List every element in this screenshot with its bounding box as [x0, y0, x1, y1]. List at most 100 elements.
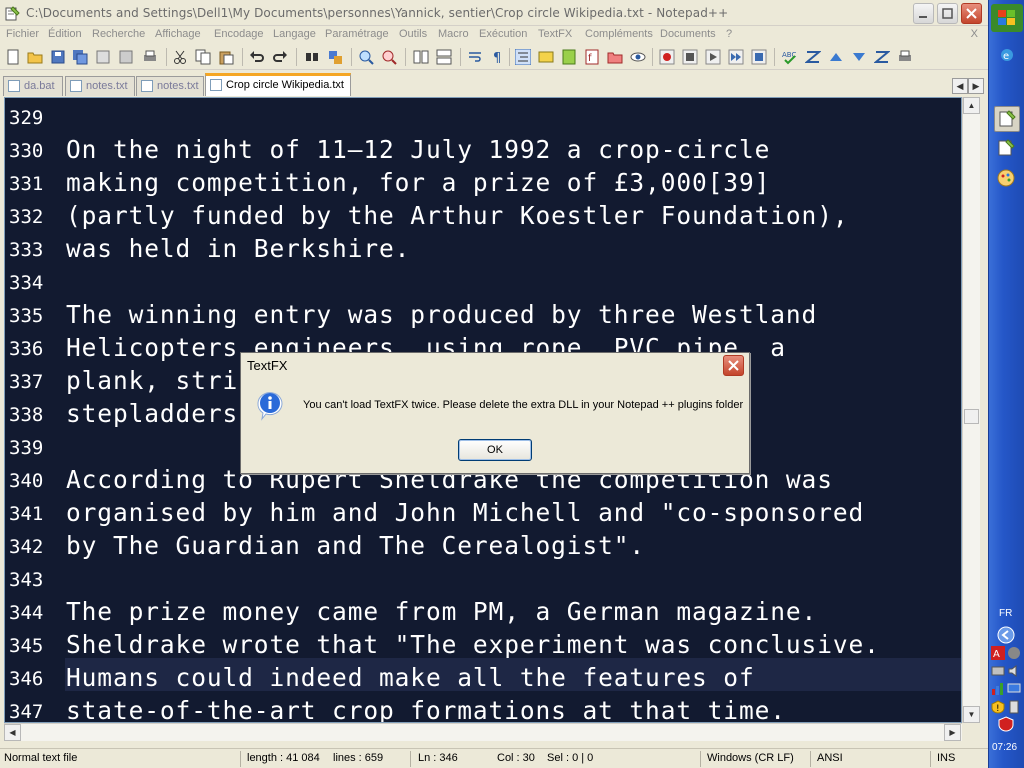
- horizontal-scrollbar[interactable]: ◀ ▶: [4, 723, 962, 741]
- replace-icon[interactable]: [327, 49, 343, 65]
- menu-complements[interactable]: Compléments: [585, 28, 653, 40]
- save-all-icon[interactable]: [72, 49, 88, 65]
- network-tray-icon[interactable]: [991, 664, 1005, 678]
- close-button[interactable]: [961, 3, 982, 24]
- menu-outils[interactable]: Outils: [399, 28, 427, 40]
- maximize-button[interactable]: [937, 3, 958, 24]
- move-up-icon[interactable]: [828, 49, 844, 65]
- menu-recherche[interactable]: Recherche: [92, 28, 145, 40]
- editor-line[interactable]: stepladders.: [66, 399, 254, 428]
- macro-record-icon[interactable]: [659, 49, 675, 65]
- tab-notes-txt-2[interactable]: notes.txt: [136, 76, 204, 96]
- doc-map-icon[interactable]: [561, 49, 577, 65]
- menu-parametrage[interactable]: Paramétrage: [325, 28, 389, 40]
- editor-line[interactable]: On the night of 11–12 July 1992 a crop-c…: [66, 135, 770, 164]
- save-icon[interactable]: [50, 49, 66, 65]
- menu-help[interactable]: ?: [726, 28, 732, 40]
- undo-icon[interactable]: [249, 49, 265, 65]
- menu-documents[interactable]: Documents: [660, 28, 716, 40]
- system-clock[interactable]: 07:26: [992, 742, 1017, 753]
- textfx-align-icon[interactable]: [874, 49, 890, 65]
- editor-line[interactable]: was held in Berkshire.: [66, 234, 410, 263]
- user-lang-icon[interactable]: [538, 49, 554, 65]
- menu-macro[interactable]: Macro: [438, 28, 469, 40]
- new-file-icon[interactable]: [5, 49, 21, 65]
- close-all-icon[interactable]: [118, 49, 134, 65]
- zoom-out-icon[interactable]: [381, 49, 397, 65]
- scroll-up-button[interactable]: ▲: [963, 97, 980, 114]
- dialog-close-button[interactable]: [723, 355, 744, 376]
- menu-execution[interactable]: Exécution: [479, 28, 527, 40]
- taskbar-notepad[interactable]: [994, 136, 1020, 162]
- cut-icon[interactable]: [172, 49, 188, 65]
- spell-check-icon[interactable]: ABC: [782, 49, 798, 65]
- print-icon[interactable]: [142, 49, 158, 65]
- menu-edition[interactable]: Édition: [48, 28, 82, 40]
- dialog-title-bar[interactable]: TextFX: [241, 353, 749, 377]
- tray-collapse-icon[interactable]: [997, 626, 1015, 644]
- tab-scroll-left-button[interactable]: ◀: [952, 78, 968, 94]
- tab-notes-txt-1[interactable]: notes.txt: [65, 76, 135, 96]
- tab-scroll-right-button[interactable]: ▶: [968, 78, 984, 94]
- tab-crop-circle-wikipedia[interactable]: Crop circle Wikipedia.txt: [205, 73, 351, 96]
- menu-close-button[interactable]: X: [971, 28, 978, 40]
- editor-line[interactable]: The winning entry was produced by three …: [66, 300, 817, 329]
- macro-stop-icon[interactable]: [682, 49, 698, 65]
- taskbar-paint[interactable]: [994, 166, 1020, 192]
- textfx-sort-icon[interactable]: [805, 49, 821, 65]
- show-all-chars-icon[interactable]: ¶: [490, 49, 506, 65]
- editor-line[interactable]: by The Guardian and The Cerealogist".: [66, 531, 645, 560]
- security-alert-icon[interactable]: !: [991, 700, 1005, 714]
- editor-line[interactable]: (partly funded by the Arthur Koestler Fo…: [66, 201, 849, 230]
- paste-icon[interactable]: [218, 49, 234, 65]
- folder-workspace-icon[interactable]: [607, 49, 623, 65]
- print-now-icon[interactable]: [897, 49, 913, 65]
- function-list-icon[interactable]: f: [584, 49, 600, 65]
- sync-v-scroll-icon[interactable]: [413, 49, 429, 65]
- macro-save-icon[interactable]: [751, 49, 767, 65]
- sync-h-scroll-icon[interactable]: [436, 49, 452, 65]
- tray-chart-icon[interactable]: [991, 682, 1005, 696]
- antivirus-tray-icon[interactable]: [998, 716, 1014, 732]
- editor-line[interactable]: state-of-the-art crop formations at that…: [66, 696, 786, 722]
- scroll-right-button[interactable]: ▶: [944, 724, 961, 741]
- volume-tray-icon[interactable]: [1007, 664, 1021, 678]
- menu-affichage[interactable]: Affichage: [155, 28, 201, 40]
- menu-fichier[interactable]: Fichier: [6, 28, 39, 40]
- acrobat-tray-icon[interactable]: A: [991, 646, 1005, 660]
- monitoring-icon[interactable]: [630, 49, 646, 65]
- tab-da-bat[interactable]: da.bat: [3, 76, 63, 96]
- scroll-thumb[interactable]: [964, 409, 979, 424]
- editor-line[interactable]: organised by him and John Michell and "c…: [66, 498, 864, 527]
- usb-tray-icon[interactable]: [1007, 700, 1021, 714]
- display-tray-icon[interactable]: [1007, 682, 1021, 696]
- editor-line[interactable]: Sheldrake wrote that "The experiment was…: [66, 630, 880, 659]
- editor-line[interactable]: The prize money came from PM, a German m…: [66, 597, 817, 626]
- macro-play-multiple-icon[interactable]: [728, 49, 744, 65]
- find-icon[interactable]: [304, 49, 320, 65]
- open-file-icon[interactable]: [27, 49, 43, 65]
- editor-line[interactable]: Humans could indeed make all the feature…: [66, 663, 755, 692]
- ok-button[interactable]: OK: [458, 439, 532, 461]
- taskbar-notepad-plus-plus[interactable]: [994, 106, 1020, 132]
- menu-langage[interactable]: Langage: [273, 28, 316, 40]
- ie-icon[interactable]: e: [1000, 48, 1014, 62]
- scroll-left-button[interactable]: ◀: [4, 724, 21, 741]
- minimize-button[interactable]: [913, 3, 934, 24]
- indent-guide-icon[interactable]: [515, 49, 531, 65]
- language-indicator[interactable]: FR: [999, 608, 1012, 619]
- menu-textfx[interactable]: TextFX: [538, 28, 572, 40]
- zoom-in-icon[interactable]: [358, 49, 374, 65]
- copy-icon[interactable]: [195, 49, 211, 65]
- vertical-scrollbar[interactable]: ▲ ▼: [962, 97, 980, 723]
- windows-logo-icon[interactable]: [991, 4, 1023, 32]
- menu-encodage[interactable]: Encodage: [214, 28, 264, 40]
- editor-line[interactable]: making competition, for a prize of £3,00…: [66, 168, 770, 197]
- move-down-icon[interactable]: [851, 49, 867, 65]
- close-file-icon[interactable]: [95, 49, 111, 65]
- scroll-down-button[interactable]: ▼: [963, 706, 980, 723]
- word-wrap-icon[interactable]: [467, 49, 483, 65]
- macro-play-icon[interactable]: [705, 49, 721, 65]
- redo-icon[interactable]: [272, 49, 288, 65]
- tray-app-icon[interactable]: [1007, 646, 1021, 660]
